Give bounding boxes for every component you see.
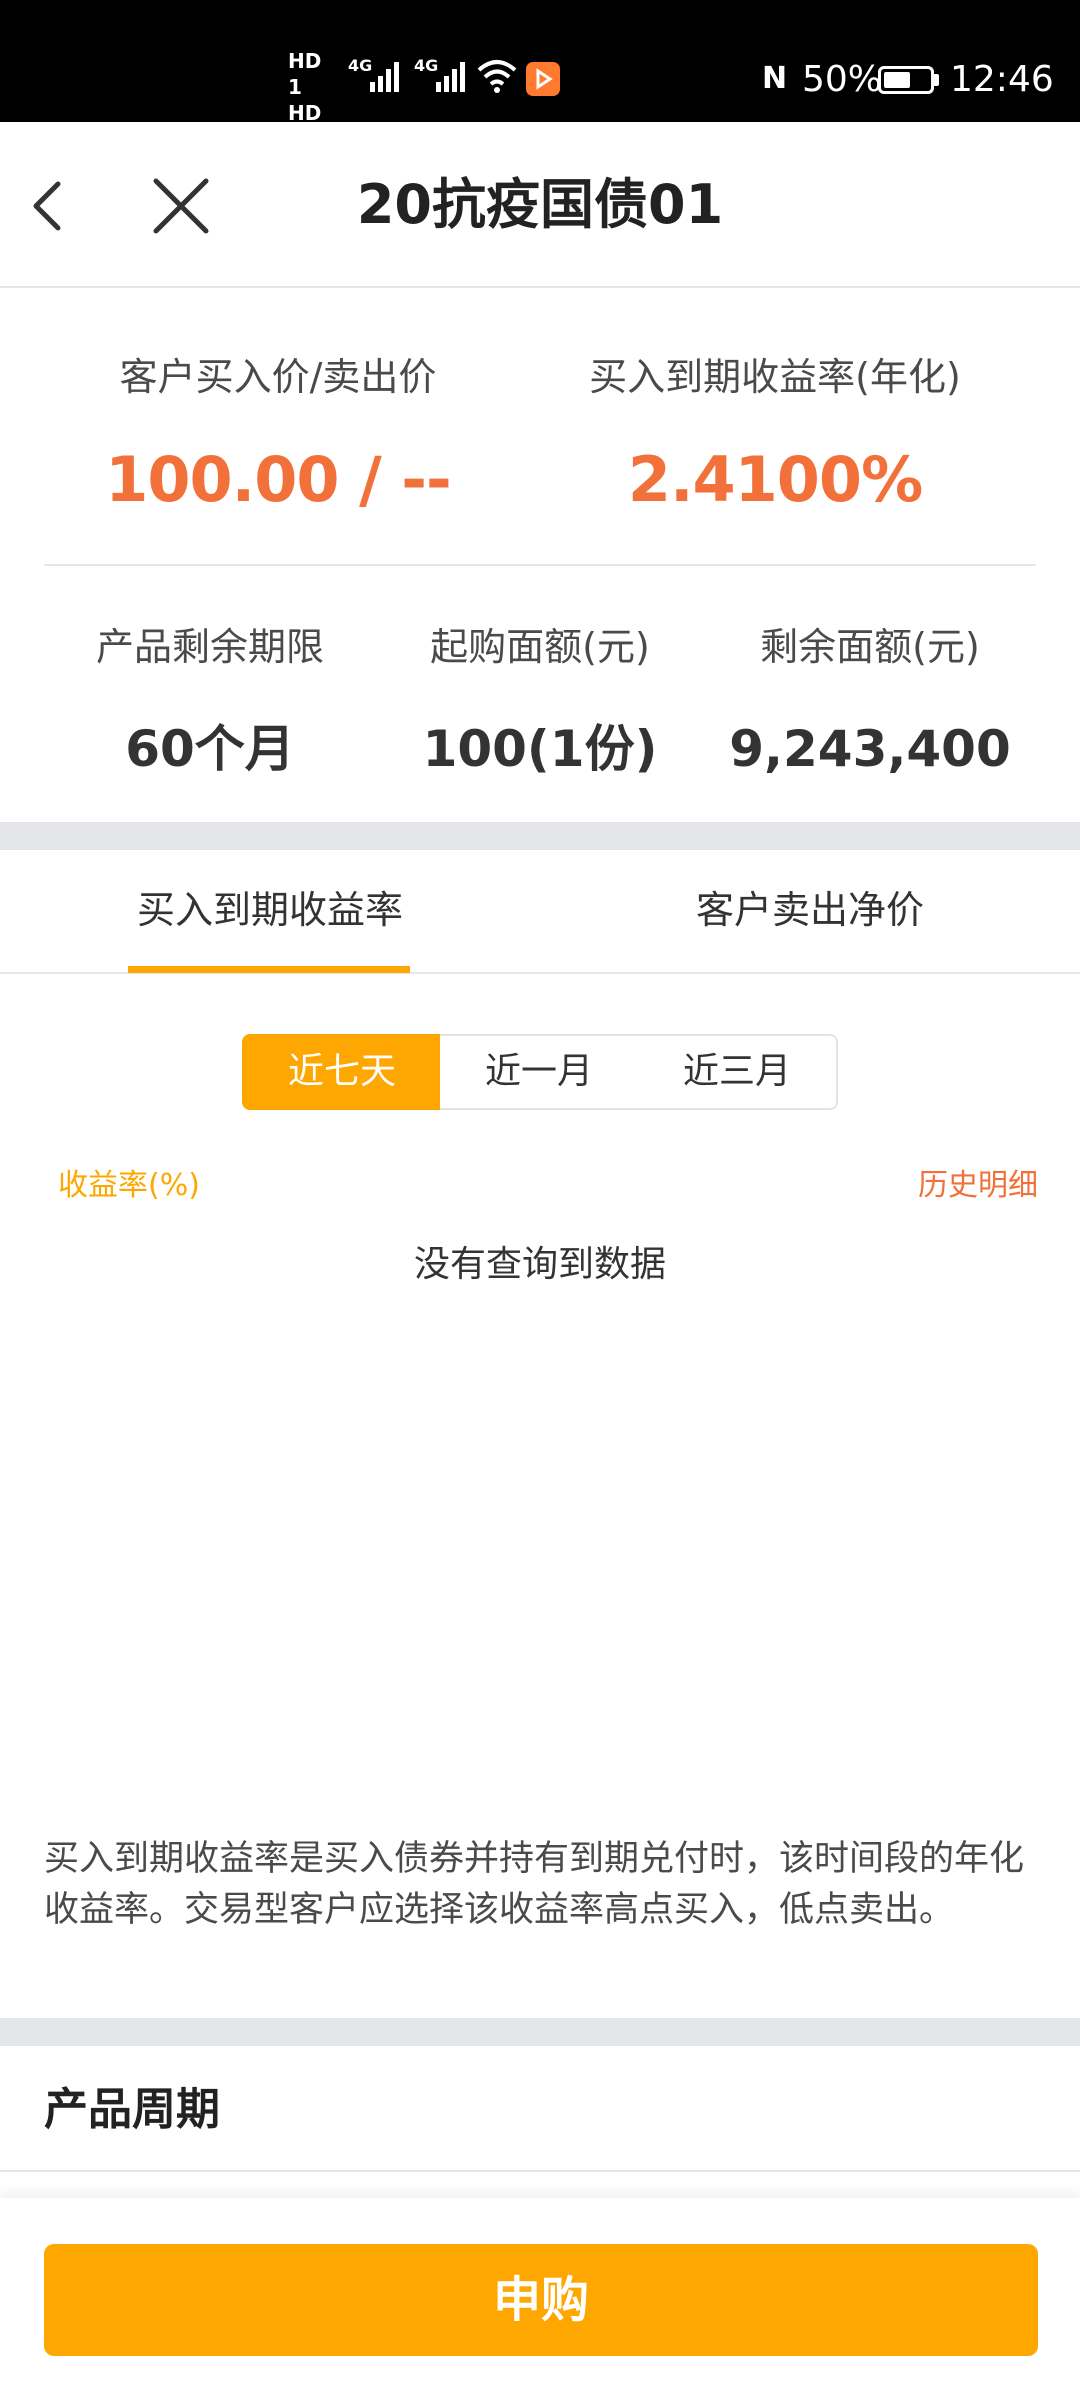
range-7-days[interactable]: 近七天 bbox=[242, 1034, 442, 1110]
wifi-icon bbox=[477, 60, 517, 93]
price-label: 客户买入价/卖出价 bbox=[119, 355, 437, 399]
nav-bar: 20抗疫国债01 bbox=[0, 122, 1080, 288]
yield-label: 买入到期收益率(年化) bbox=[589, 355, 961, 399]
section-gap bbox=[0, 822, 1080, 850]
history-detail-link[interactable]: 历史明细 bbox=[880, 1166, 1038, 1206]
signal-icon-2 bbox=[436, 62, 465, 92]
empty-state-text: 没有查询到数据 bbox=[413, 1244, 666, 1285]
hd1-label: HD 1 bbox=[288, 49, 322, 99]
battery-icon bbox=[878, 66, 934, 94]
tab-sell-net-price[interactable]: 客户卖出净价 bbox=[640, 885, 980, 935]
range-1-month[interactable]: 近一月 bbox=[440, 1034, 640, 1110]
clock: 12:46 bbox=[950, 59, 1054, 100]
range-3-months[interactable]: 近三月 bbox=[638, 1034, 838, 1110]
status-bar: HD 1 HD 2 4G 4G N 50% 12:46 bbox=[0, 0, 1080, 151]
min-amount-label: 起购面额(元) bbox=[430, 625, 650, 669]
tab-active-indicator bbox=[128, 966, 410, 973]
section-divider bbox=[0, 2170, 1080, 2172]
summary-divider bbox=[44, 564, 1036, 566]
nfc-icon: N bbox=[762, 61, 788, 96]
subscribe-button[interactable]: 申购 bbox=[44, 2244, 1038, 2356]
price-value: 100.00 / -- bbox=[105, 443, 452, 516]
min-amount-value: 100(1份) bbox=[422, 720, 658, 778]
remaining-amount-value: 9,243,400 bbox=[729, 720, 1011, 778]
chart-axis-label: 收益率(%) bbox=[58, 1168, 200, 1203]
page-title: 20抗疫国债01 bbox=[356, 173, 724, 236]
yield-value: 2.4100% bbox=[627, 443, 923, 516]
product-cycle-title: 产品周期 bbox=[44, 2084, 220, 2135]
app-notification-icon bbox=[526, 62, 560, 96]
yield-description: 买入到期收益率是买入债券并持有到期兑付时，该时间段的年化收益率。交易型客户应选择… bbox=[44, 1839, 1025, 1930]
term-label: 产品剩余期限 bbox=[95, 625, 324, 669]
signal-icon bbox=[370, 62, 399, 92]
tab-yield-to-maturity[interactable]: 买入到期收益率 bbox=[100, 885, 440, 935]
section-gap-2 bbox=[0, 2018, 1080, 2046]
battery-tip bbox=[934, 74, 939, 86]
term-value: 60个月 bbox=[125, 720, 295, 778]
battery-percent: 50% bbox=[802, 59, 883, 100]
remaining-amount-label: 剩余面额(元) bbox=[760, 625, 980, 669]
